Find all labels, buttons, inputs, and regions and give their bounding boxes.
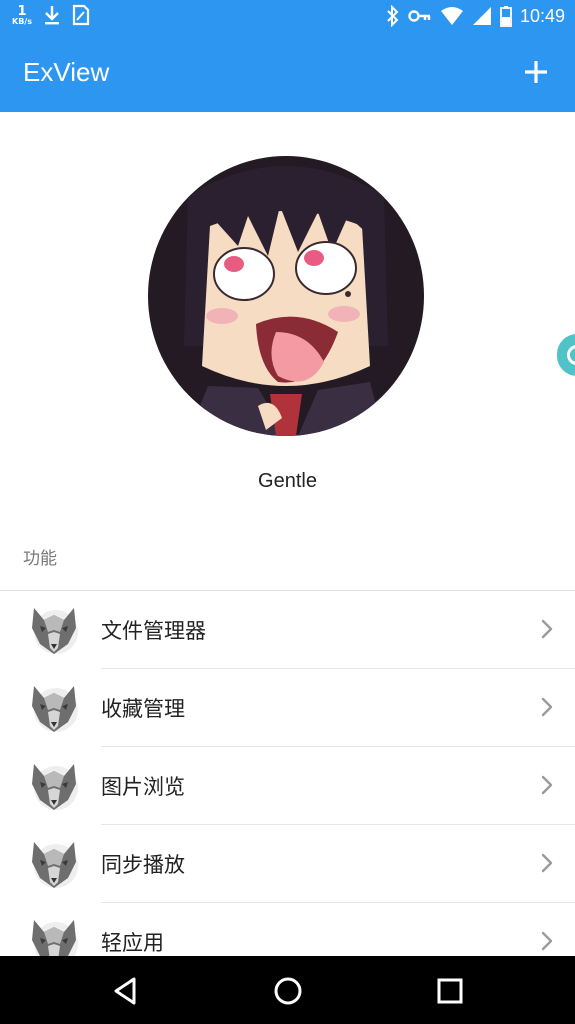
- menu-item-file-manager[interactable]: 文件管理器: [0, 591, 575, 669]
- status-right-group: 10:49: [386, 5, 565, 27]
- wolf-logo-icon: [30, 682, 78, 734]
- app-title: ExView: [23, 57, 110, 87]
- network-speed-unit: KB/s: [12, 16, 32, 26]
- wolf-logo-icon: [30, 838, 78, 890]
- status-left-group: 1 KB/s: [12, 4, 90, 26]
- recents-icon[interactable]: [432, 973, 468, 1009]
- bluetooth-icon: [387, 5, 399, 27]
- battery-icon: [500, 6, 512, 27]
- status-bar: 1 KB/s 10:49: [0, 0, 575, 35]
- menu-item-favorites[interactable]: 收藏管理: [0, 669, 575, 747]
- menu-item-image-browser[interactable]: 图片浏览: [0, 747, 575, 825]
- network-speed: 1 KB/s: [12, 5, 32, 26]
- menu-item-label: 同步播放: [101, 853, 185, 877]
- menu-item-label: 图片浏览: [101, 775, 185, 799]
- navigation-bar: [0, 956, 575, 1024]
- floating-search-button[interactable]: [557, 334, 575, 376]
- plus-icon[interactable]: [519, 55, 553, 89]
- key-icon: [408, 10, 431, 22]
- menu-item-label: 收藏管理: [101, 697, 185, 721]
- back-icon[interactable]: [108, 973, 144, 1009]
- sim-card-icon: [72, 4, 90, 26]
- menu-item-label: 文件管理器: [101, 619, 206, 643]
- chevron-right-icon: [541, 697, 553, 717]
- app-bar: ExView: [0, 35, 575, 112]
- chevron-right-icon: [541, 853, 553, 873]
- wifi-icon: [440, 7, 463, 25]
- status-clock: 10:49: [519, 5, 565, 26]
- profile-avatar[interactable]: [148, 156, 424, 436]
- wolf-logo-icon: [30, 760, 78, 812]
- download-icon: [44, 6, 59, 25]
- section-label: 功能: [23, 549, 57, 568]
- avatar-illustration: [148, 156, 424, 436]
- home-icon[interactable]: [270, 973, 306, 1009]
- network-speed-value: 1: [17, 3, 27, 19]
- feature-list: 文件管理器 收藏管理 图片浏览 同步播放 轻应用: [0, 591, 575, 981]
- signal-icon: [472, 7, 491, 25]
- chevron-right-icon: [541, 619, 553, 639]
- wolf-logo-icon: [30, 604, 78, 656]
- menu-item-sync-playback[interactable]: 同步播放: [0, 825, 575, 903]
- chevron-right-icon: [541, 775, 553, 795]
- chevron-right-icon: [541, 931, 553, 951]
- profile-username: Gentle: [258, 470, 317, 492]
- menu-item-label: 轻应用: [101, 931, 164, 955]
